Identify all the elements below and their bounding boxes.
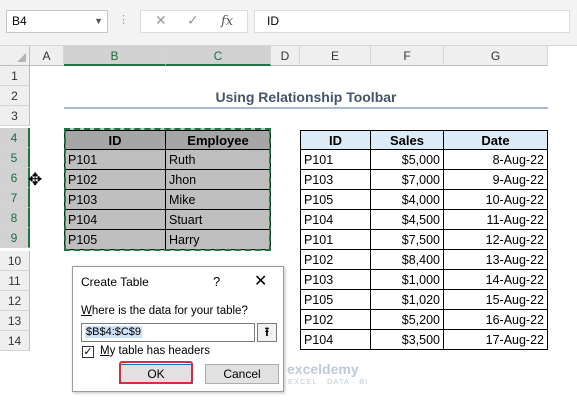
sales-table-cell[interactable]: $4,000 bbox=[371, 190, 444, 210]
column-header-d[interactable]: D bbox=[271, 46, 300, 66]
sales-table-cell[interactable]: $1,020 bbox=[371, 290, 444, 310]
sales-table-cell[interactable]: P105 bbox=[300, 290, 371, 310]
name-box[interactable]: B4 ▼ bbox=[6, 10, 108, 33]
row-header-6[interactable]: 6 bbox=[0, 168, 30, 188]
title-underline bbox=[64, 107, 548, 109]
row-header-9[interactable]: 9 bbox=[0, 228, 30, 248]
sales-table-cell[interactable]: P101 bbox=[300, 230, 371, 250]
sales-table-cell[interactable]: 14-Aug-22 bbox=[444, 270, 548, 290]
row-header-2[interactable]: 2 bbox=[0, 86, 30, 106]
formula-buttons: ✕ ✓ fx bbox=[140, 10, 248, 33]
sales-table-header-sales[interactable]: Sales bbox=[371, 130, 444, 150]
close-icon[interactable]: ✕ bbox=[254, 271, 267, 290]
sales-table-cell[interactable]: 10-Aug-22 bbox=[444, 190, 548, 210]
dialog-title: Create Table bbox=[81, 275, 149, 289]
row-header-8[interactable]: 8 bbox=[0, 208, 30, 228]
column-header-c[interactable]: C bbox=[166, 46, 271, 66]
range-input[interactable]: $B$4:$C$9 bbox=[81, 323, 255, 342]
sales-table-cell[interactable]: P105 bbox=[300, 190, 371, 210]
column-header-g[interactable]: G bbox=[444, 46, 548, 66]
row-header-14[interactable]: 14 bbox=[0, 331, 30, 351]
checkbox-text: y table has headers bbox=[109, 345, 210, 357]
employee-table-cell[interactable]: Jhon bbox=[166, 170, 271, 190]
sales-table-cell[interactable]: 13-Aug-22 bbox=[444, 250, 548, 270]
headers-checkbox[interactable]: ✓ bbox=[82, 346, 94, 358]
ok-button[interactable]: OK bbox=[119, 364, 193, 384]
formula-value: ID bbox=[267, 14, 279, 28]
sales-table-cell[interactable]: $8,400 bbox=[371, 250, 444, 270]
formula-input[interactable]: ID bbox=[254, 10, 570, 33]
formula-bar: B4 ▼ ⋮ ✕ ✓ fx ID bbox=[0, 0, 577, 46]
name-box-value: B4 bbox=[12, 14, 27, 28]
sales-table-cell[interactable]: P104 bbox=[300, 210, 371, 230]
row-header-4[interactable]: 4 bbox=[0, 128, 30, 148]
prompt-text: here is the data for your table? bbox=[91, 305, 248, 317]
chevron-down-icon[interactable]: ▼ bbox=[94, 11, 103, 32]
row-header-3[interactable]: 3 bbox=[0, 106, 30, 126]
cell-select-cursor-icon: ✥ bbox=[28, 170, 43, 190]
row-header-7[interactable]: 7 bbox=[0, 188, 30, 208]
range-value: $B$4:$C$9 bbox=[85, 326, 143, 338]
column-header-b[interactable]: B bbox=[64, 46, 166, 66]
checkbox-accelerator: M bbox=[100, 345, 110, 357]
employee-table-header-id[interactable]: ID bbox=[64, 130, 166, 150]
sheet-title: Using Relationship Toolbar bbox=[215, 89, 397, 105]
sales-table-cell[interactable]: $7,500 bbox=[371, 230, 444, 250]
employee-table-cell[interactable]: P102 bbox=[64, 170, 166, 190]
sales-table-cell[interactable]: 8-Aug-22 bbox=[444, 150, 548, 170]
help-icon[interactable]: ? bbox=[213, 274, 220, 289]
employee-table-header-employee[interactable]: Employee bbox=[166, 130, 271, 150]
watermark-name: exceldemy bbox=[287, 361, 359, 377]
create-table-dialog: Create Table ? ✕ Where is the data for y… bbox=[72, 266, 284, 392]
headers-checkbox-label[interactable]: My table has headers bbox=[100, 345, 210, 357]
sales-table-cell[interactable]: $3,500 bbox=[371, 330, 444, 350]
employee-table-cell[interactable]: P104 bbox=[64, 210, 166, 230]
sales-table-cell[interactable]: $4,500 bbox=[371, 210, 444, 230]
row-header-10[interactable]: 10 bbox=[0, 251, 30, 271]
sales-table-header-id[interactable]: ID bbox=[300, 130, 371, 150]
sales-table-cell[interactable]: 11-Aug-22 bbox=[444, 210, 548, 230]
sales-table-header-date[interactable]: Date bbox=[444, 130, 548, 150]
employee-table-cell[interactable]: Ruth bbox=[166, 150, 271, 170]
sales-table-cell[interactable]: $1,000 bbox=[371, 270, 444, 290]
sales-table-cell[interactable]: P103 bbox=[300, 170, 371, 190]
cancel-entry-icon[interactable]: ✕ bbox=[155, 13, 167, 29]
column-header-f[interactable]: F bbox=[371, 46, 444, 66]
select-all-corner[interactable] bbox=[0, 46, 30, 66]
sales-table-cell[interactable]: 16-Aug-22 bbox=[444, 310, 548, 330]
sales-table-cell[interactable]: P101 bbox=[300, 150, 371, 170]
sales-table-cell[interactable]: 9-Aug-22 bbox=[444, 170, 548, 190]
column-header-a[interactable]: A bbox=[30, 46, 64, 66]
cancel-button[interactable]: Cancel bbox=[205, 364, 279, 384]
sales-table-cell[interactable]: P102 bbox=[300, 310, 371, 330]
employee-table-cell[interactable]: P101 bbox=[64, 150, 166, 170]
row-header-13[interactable]: 13 bbox=[0, 311, 30, 331]
row-header-1[interactable]: 1 bbox=[0, 66, 30, 86]
row-header-11[interactable]: 11 bbox=[0, 271, 30, 291]
row-header-12[interactable]: 12 bbox=[0, 291, 30, 311]
row-header-5[interactable]: 5 bbox=[0, 148, 30, 168]
range-prompt: Where is the data for your table? bbox=[81, 305, 248, 317]
sales-table-cell[interactable]: P102 bbox=[300, 250, 371, 270]
sales-table-cell[interactable]: $5,000 bbox=[371, 150, 444, 170]
prompt-accelerator: W bbox=[81, 305, 92, 317]
sales-table-cell[interactable]: $5,200 bbox=[371, 310, 444, 330]
sales-table-cell[interactable]: 15-Aug-22 bbox=[444, 290, 548, 310]
sales-table-cell[interactable]: $7,000 bbox=[371, 170, 444, 190]
employee-table-cell[interactable]: P103 bbox=[64, 190, 166, 210]
employee-table-cell[interactable]: P105 bbox=[64, 230, 166, 250]
function-icon[interactable]: fx bbox=[221, 14, 233, 29]
collapse-dialog-icon[interactable]: ⭱ bbox=[257, 323, 277, 342]
sales-table-cell[interactable]: P103 bbox=[300, 270, 371, 290]
column-header-e[interactable]: E bbox=[300, 46, 371, 66]
employee-table-cell[interactable]: Stuart bbox=[166, 210, 271, 230]
sales-table-cell[interactable]: 17-Aug-22 bbox=[444, 330, 548, 350]
confirm-entry-icon[interactable]: ✓ bbox=[187, 13, 199, 29]
sales-table-cell[interactable]: 12-Aug-22 bbox=[444, 230, 548, 250]
sales-table-cell[interactable]: P104 bbox=[300, 330, 371, 350]
drag-handle-icon[interactable]: ⋮ bbox=[118, 13, 130, 26]
employee-table-cell[interactable]: Mike bbox=[166, 190, 271, 210]
watermark-tagline: EXCEL · DATA · BI bbox=[288, 377, 369, 386]
employee-table-cell[interactable]: Harry bbox=[166, 230, 271, 250]
